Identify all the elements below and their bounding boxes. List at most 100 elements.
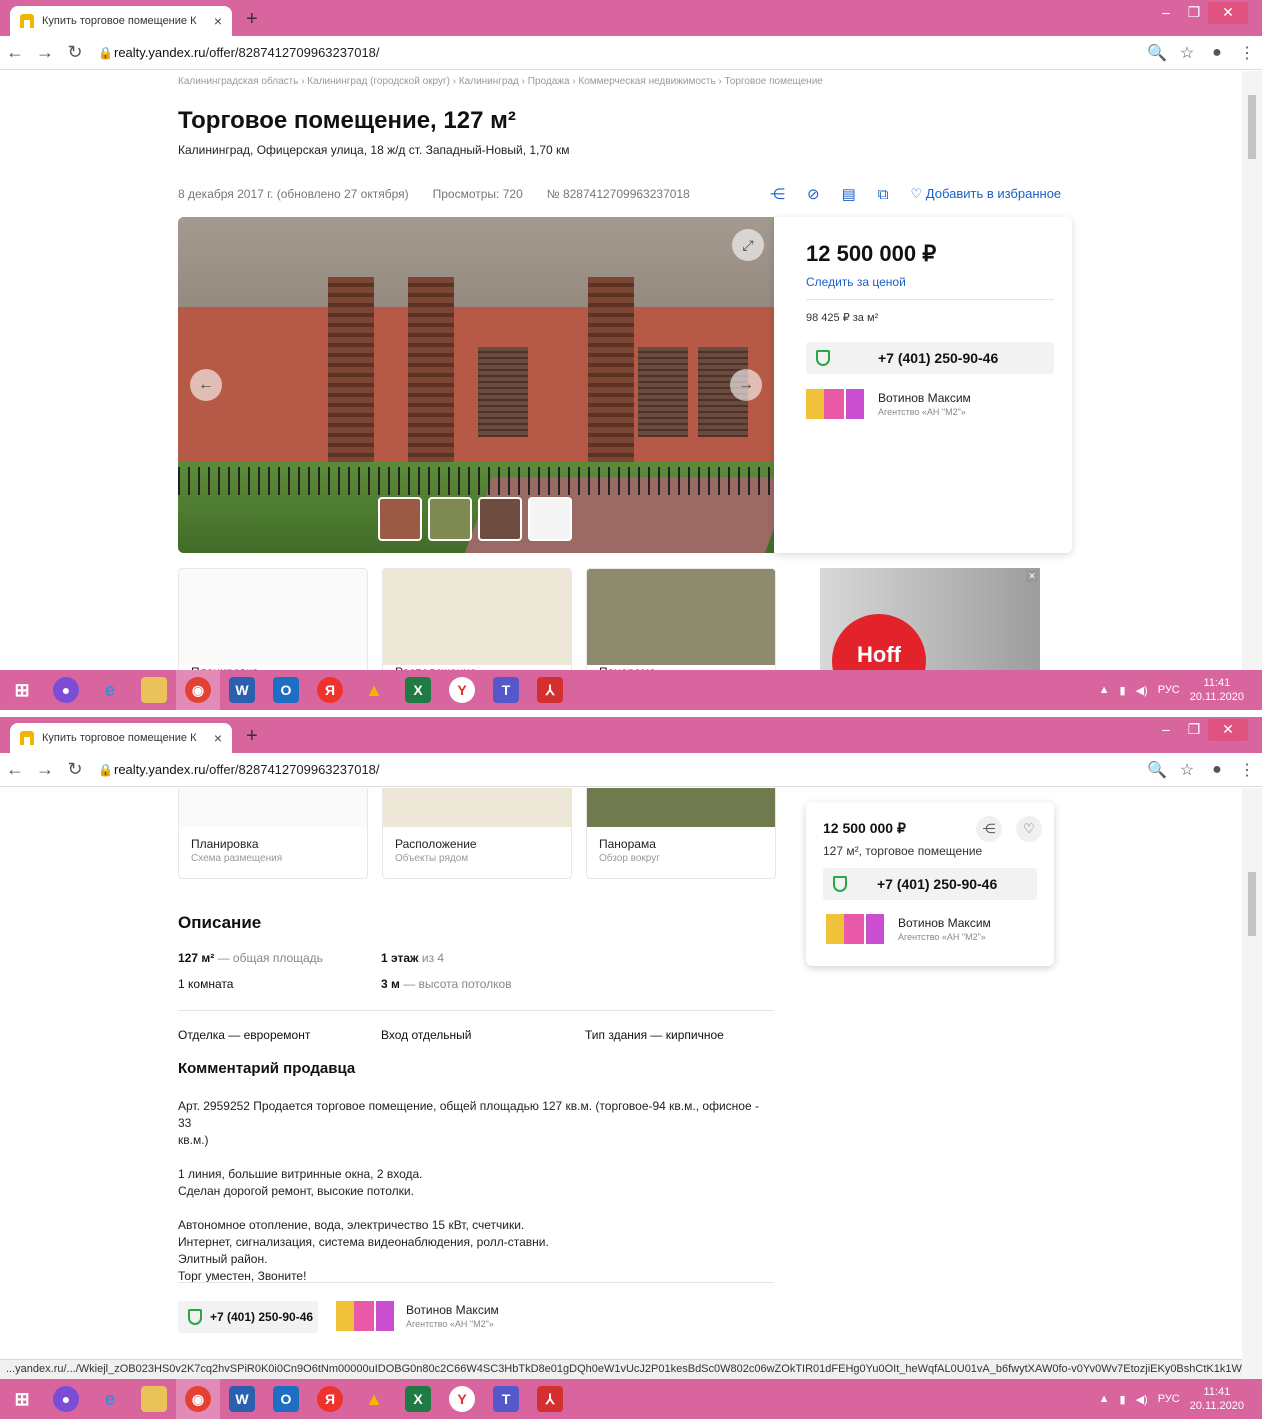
- gallery-prev-icon[interactable]: ←: [190, 369, 222, 401]
- windows-start-icon[interactable]: ⊞: [0, 1379, 44, 1419]
- card-plan[interactable]: Планировка: [178, 568, 368, 670]
- excel-icon[interactable]: X: [405, 677, 431, 703]
- chrome-icon[interactable]: ◉: [185, 677, 211, 703]
- outlook-icon[interactable]: O: [273, 1386, 299, 1412]
- minimize-icon[interactable]: –: [1152, 2, 1180, 24]
- zoom-icon[interactable]: 🔍: [1142, 43, 1172, 63]
- volume-icon[interactable]: ◀): [1136, 1393, 1148, 1406]
- tray-chevron-icon[interactable]: ▲: [1099, 1393, 1110, 1405]
- ad-close-icon[interactable]: ✕: [1026, 570, 1038, 582]
- phone-button[interactable]: +7 (401) 250-90-46: [806, 342, 1054, 374]
- reload-icon[interactable]: ↻: [60, 42, 90, 63]
- heart-icon[interactable]: ♡: [1016, 816, 1042, 842]
- tab-close-icon[interactable]: ×: [214, 13, 222, 29]
- new-tab-button[interactable]: +: [246, 8, 258, 31]
- minimize-icon[interactable]: –: [1152, 719, 1180, 741]
- star-icon[interactable]: ☆: [1172, 43, 1202, 63]
- reload-icon[interactable]: ↻: [60, 759, 90, 780]
- card-location[interactable]: Расположение Объекты рядом: [382, 788, 572, 879]
- zoom-icon[interactable]: 🔍: [1142, 760, 1172, 780]
- network-icon[interactable]: ▮: [1120, 1393, 1126, 1406]
- url-field[interactable]: realty.yandex.ru/offer/82874127099632370…: [114, 45, 1142, 60]
- folder-icon[interactable]: [141, 1386, 167, 1412]
- windows-start-icon[interactable]: ⊞: [0, 670, 44, 710]
- profile-icon[interactable]: ●: [1202, 44, 1232, 62]
- excel-icon[interactable]: X: [405, 1386, 431, 1412]
- agent-info[interactable]: Вотинов Максим Агентство «АН "М2"»: [806, 389, 971, 419]
- close-window-icon[interactable]: ✕: [1208, 2, 1248, 24]
- scrollbar-thumb[interactable]: [1248, 95, 1256, 159]
- alice-icon[interactable]: ●: [53, 677, 79, 703]
- yandex-browser-icon[interactable]: Y: [449, 1386, 475, 1412]
- card-panorama[interactable]: Панорама: [586, 568, 776, 670]
- new-tab-button[interactable]: +: [246, 725, 258, 748]
- add-favorite-button[interactable]: ♡ Добавить в избранное: [910, 186, 1061, 202]
- yandex-browser-icon[interactable]: Y: [449, 677, 475, 703]
- block-icon[interactable]: ⊘: [807, 185, 820, 203]
- scrollbar[interactable]: [1242, 788, 1262, 1379]
- tray-chevron-icon[interactable]: ▲: [1099, 684, 1110, 696]
- browser-tab[interactable]: Купить торговое помещение К ×: [10, 6, 232, 36]
- forward-icon[interactable]: →: [30, 759, 60, 780]
- browser-tab[interactable]: Купить торговое помещение К ×: [10, 723, 232, 753]
- card-plan[interactable]: Планировка Схема размещения: [178, 788, 368, 879]
- back-icon[interactable]: ←: [0, 42, 30, 63]
- clock[interactable]: 11:41 20.11.2020: [1190, 676, 1244, 704]
- teams-icon[interactable]: T: [493, 677, 519, 703]
- scrollbar-thumb[interactable]: [1248, 872, 1256, 936]
- restore-icon[interactable]: ❐: [1180, 719, 1208, 741]
- thumbnail[interactable]: [478, 497, 522, 541]
- yandex-icon[interactable]: Я: [317, 1386, 343, 1412]
- url-field[interactable]: realty.yandex.ru/offer/82874127099632370…: [114, 762, 1142, 777]
- thumbnail[interactable]: [528, 497, 572, 541]
- acrobat-icon[interactable]: ⅄: [537, 677, 563, 703]
- thumbnail[interactable]: [378, 497, 422, 541]
- language-indicator[interactable]: РУС: [1158, 1393, 1180, 1405]
- folder-icon[interactable]: [141, 677, 167, 703]
- gallery-next-icon[interactable]: →: [730, 369, 762, 401]
- expand-icon[interactable]: ⤢: [732, 229, 764, 261]
- scrollbar[interactable]: [1242, 71, 1262, 670]
- teams-icon[interactable]: T: [493, 1386, 519, 1412]
- restore-icon[interactable]: ❐: [1180, 2, 1208, 24]
- share-icon[interactable]: ⋲: [976, 816, 1002, 842]
- word-icon[interactable]: W: [229, 677, 255, 703]
- profile-icon[interactable]: ●: [1202, 761, 1232, 779]
- acrobat-icon[interactable]: ⅄: [537, 1386, 563, 1412]
- menu-icon[interactable]: ⋮: [1232, 760, 1262, 780]
- advertisement[interactable]: ✕ Hoff: [820, 568, 1040, 670]
- share-icon[interactable]: ⋲: [770, 185, 785, 203]
- menu-icon[interactable]: ⋮: [1232, 43, 1262, 63]
- word-icon[interactable]: W: [229, 1386, 255, 1412]
- chart-app-icon[interactable]: ▲: [352, 670, 396, 710]
- clock[interactable]: 11:41 20.11.2020: [1190, 1385, 1244, 1413]
- lock-icon[interactable]: 🔒: [98, 763, 114, 777]
- back-icon[interactable]: ←: [0, 759, 30, 780]
- yandex-icon[interactable]: Я: [317, 677, 343, 703]
- network-icon[interactable]: ▮: [1120, 684, 1126, 697]
- phone-button[interactable]: +7 (401) 250-90-46: [823, 868, 1037, 900]
- thumbnail[interactable]: [428, 497, 472, 541]
- ie-icon[interactable]: e: [88, 670, 132, 710]
- alice-icon[interactable]: ●: [53, 1386, 79, 1412]
- compare-icon[interactable]: ⧉: [878, 186, 889, 203]
- photo-gallery[interactable]: ← → ⤢: [178, 217, 774, 553]
- ie-icon[interactable]: e: [88, 1379, 132, 1419]
- chart-app-icon[interactable]: ▲: [352, 1379, 396, 1419]
- chrome-icon[interactable]: ◉: [185, 1386, 211, 1412]
- close-window-icon[interactable]: ✕: [1208, 719, 1248, 741]
- forward-icon[interactable]: →: [30, 42, 60, 63]
- document-icon[interactable]: ▤: [842, 185, 856, 203]
- language-indicator[interactable]: РУС: [1158, 684, 1180, 696]
- agent-info[interactable]: Вотинов Максим Агентство «АН "М2"»: [826, 914, 991, 944]
- follow-price-link[interactable]: Следить за ценой: [806, 275, 906, 289]
- card-location[interactable]: Расположение: [382, 568, 572, 670]
- outlook-icon[interactable]: O: [273, 677, 299, 703]
- breadcrumb[interactable]: Калининградская область › Калининград (г…: [178, 76, 823, 87]
- footer-phone-button[interactable]: +7 (401) 250-90-46: [178, 1301, 318, 1333]
- lock-icon[interactable]: 🔒: [98, 46, 114, 60]
- volume-icon[interactable]: ◀): [1136, 684, 1148, 697]
- star-icon[interactable]: ☆: [1172, 760, 1202, 780]
- footer-agent-info[interactable]: Вотинов Максим Агентство «АН "М2"»: [336, 1301, 499, 1331]
- tab-close-icon[interactable]: ×: [214, 730, 222, 746]
